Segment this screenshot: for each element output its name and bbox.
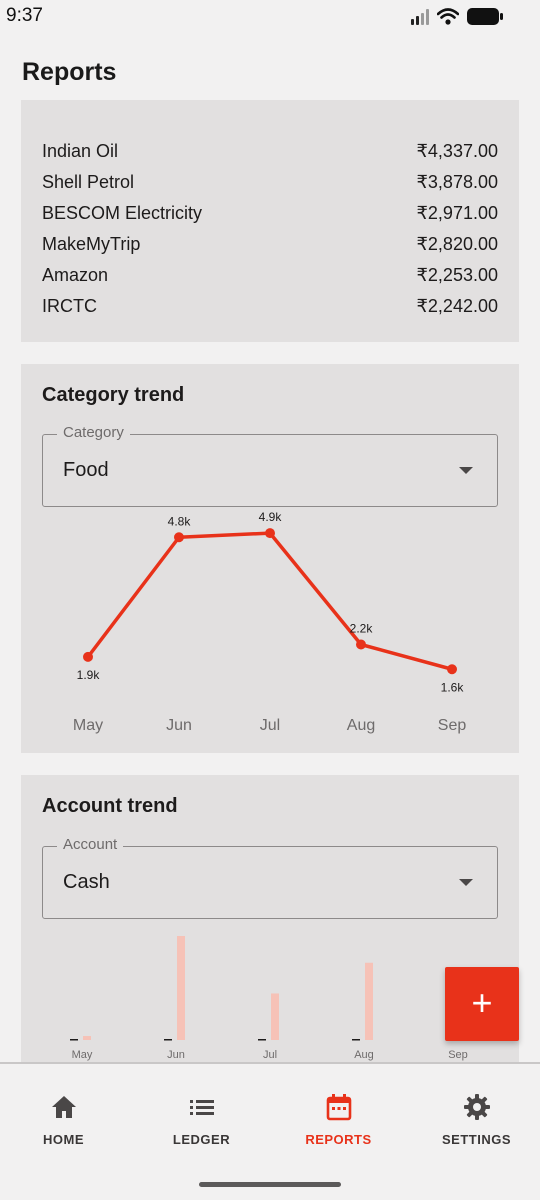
merchant-row: MakeMyTrip ₹2,820.00 xyxy=(42,229,498,259)
merchant-amount: ₹2,820.00 xyxy=(416,233,498,254)
page-title: Reports xyxy=(22,58,117,86)
bar xyxy=(271,993,279,1040)
merchant-row: IRCTC ₹2,242.00 xyxy=(42,291,498,321)
merchant-name: Amazon xyxy=(42,264,109,285)
merchant-amount: ₹2,253.00 xyxy=(416,264,498,285)
x-tick-label: May xyxy=(73,717,103,734)
merchant-name: IRCTC xyxy=(42,295,97,316)
data-label: 1.9k xyxy=(77,668,101,682)
x-tick-label: Sep xyxy=(448,1049,468,1061)
merchant-amount: ₹4,337.00 xyxy=(416,140,498,161)
nav-settings-label: SETTINGS xyxy=(441,1132,511,1147)
merchant-row: Amazon ₹2,253.00 xyxy=(42,260,498,290)
data-label: 1.6k xyxy=(441,680,465,694)
calendar-icon xyxy=(326,1094,351,1121)
merchant-name: Indian Oil xyxy=(42,140,119,161)
bar xyxy=(352,1039,360,1041)
home-indicator xyxy=(199,1182,341,1187)
top-merchants-card: Indian Oil ₹4,337.00 Shell Petrol ₹3,878.00… xyxy=(21,100,519,342)
merchant-amount: ₹2,242.00 xyxy=(416,295,498,316)
x-tick-label: Jun xyxy=(167,1049,185,1061)
nav-reports-label: REPORTS xyxy=(305,1132,372,1147)
nav-ledger-label: LEDGER xyxy=(172,1132,231,1147)
add-transaction-button[interactable]: + xyxy=(445,967,519,1041)
bottom-navigation: HOME LEDGER REPORTS SETTINGS xyxy=(0,1062,540,1200)
reports-screen: 9:37 Reports Indian Oil ₹4,337.00 Shell Pe… xyxy=(0,0,540,1200)
x-tick-label: Aug xyxy=(354,1049,374,1061)
category-trend-card: Category trend Category Food 1.9k 4.8k 4.9… xyxy=(21,364,519,753)
wifi-icon xyxy=(437,8,459,25)
merchant-amount: ₹2,971.00 xyxy=(416,202,498,223)
x-tick-label: Jul xyxy=(260,717,280,734)
status-bar: 9:37 xyxy=(0,0,540,34)
x-tick-label: Jun xyxy=(166,717,192,734)
merchant-row: Indian Oil ₹4,337.00 xyxy=(42,136,498,166)
status-icons xyxy=(411,7,503,25)
cell-signal-icon xyxy=(411,9,429,25)
data-point xyxy=(83,651,93,662)
nav-home[interactable]: HOME xyxy=(0,1064,131,1164)
bar xyxy=(177,936,185,1040)
data-label: 4.9k xyxy=(259,510,283,524)
data-point xyxy=(174,532,184,543)
x-tick-label: May xyxy=(72,1049,93,1061)
bar xyxy=(164,1039,172,1041)
x-tick-label: Jul xyxy=(263,1049,277,1061)
plus-icon: + xyxy=(471,981,493,1023)
data-point xyxy=(447,664,457,675)
reports-scroll-area[interactable]: Indian Oil ₹4,337.00 Shell Petrol ₹3,878.00… xyxy=(0,100,540,1062)
bar xyxy=(258,1039,266,1041)
x-tick-label: Aug xyxy=(347,717,375,734)
merchant-name: BESCOM Electricity xyxy=(42,202,203,223)
merchant-row: BESCOM Electricity ₹2,971.00 xyxy=(42,198,498,228)
data-point xyxy=(265,528,275,539)
series-line xyxy=(86,531,453,671)
gear-icon xyxy=(463,1094,490,1120)
nav-ledger[interactable]: LEDGER xyxy=(134,1064,269,1164)
home-icon xyxy=(51,1096,76,1118)
merchant-amount: ₹3,878.00 xyxy=(416,171,498,192)
nav-home-label: HOME xyxy=(43,1132,84,1147)
bar xyxy=(365,962,373,1040)
category-trend-chart: 1.9k 4.8k 4.9k 2.2k 1.6k May Jun Jul Aug Sep xyxy=(73,510,467,734)
data-point xyxy=(356,639,366,650)
nav-settings[interactable]: SETTINGS xyxy=(409,1064,540,1164)
data-label: 4.8k xyxy=(168,514,192,528)
battery-icon xyxy=(467,8,503,25)
status-time: 9:37 xyxy=(6,5,43,26)
x-tick-label: Sep xyxy=(438,717,467,734)
bar xyxy=(83,1036,91,1040)
nav-reports[interactable]: REPORTS xyxy=(271,1064,406,1164)
merchant-name: MakeMyTrip xyxy=(42,233,141,254)
merchant-name: Shell Petrol xyxy=(42,171,135,192)
list-icon xyxy=(189,1100,214,1115)
data-label: 2.2k xyxy=(350,622,374,636)
bar xyxy=(70,1039,78,1041)
merchant-row: Shell Petrol ₹3,878.00 xyxy=(42,167,498,197)
